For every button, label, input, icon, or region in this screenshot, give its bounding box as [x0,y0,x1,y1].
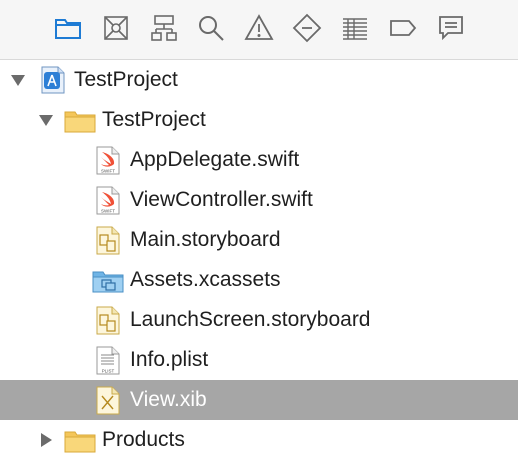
report-navigator-icon[interactable] [435,12,467,44]
tree-row-label: ViewController.swift [130,188,313,211]
xcode-project-icon [40,66,66,99]
storyboard-file-icon [96,306,120,340]
storyboard-file-icon [96,226,120,260]
source-control-navigator-icon[interactable] [100,12,132,44]
symbol-navigator-icon[interactable] [148,12,180,44]
tree-row-file-selected[interactable]: View.xib [0,380,518,420]
disclosure-expanded-icon[interactable] [38,112,54,128]
tree-row-label: AppDelegate.swift [130,148,300,171]
debug-navigator-icon[interactable] [339,12,371,44]
tree-row-group[interactable]: Products [0,420,518,460]
test-navigator-icon[interactable] [291,12,323,44]
tree-row-label: View.xib [130,388,207,411]
tree-row-file[interactable]: Assets.xcassets [0,260,518,300]
svg-text:PLIST: PLIST [102,369,115,374]
navigator-toolbar [0,0,518,60]
plist-file-icon: PLIST [96,346,120,380]
disclosure-collapsed-icon[interactable] [38,432,54,448]
svg-text:SWIFT: SWIFT [101,169,115,174]
tree-row-project[interactable]: TestProject [0,60,518,100]
tree-row-file[interactable]: LaunchScreen.storyboard [0,300,518,340]
folder-icon [64,429,96,458]
tree-row-file[interactable]: SWIFT ViewController.swift [0,180,518,220]
tree-row-label: TestProject [102,108,206,131]
breakpoint-navigator-icon[interactable] [387,12,419,44]
xib-file-icon [96,386,120,420]
tree-row-label: TestProject [74,68,178,91]
swift-file-icon: SWIFT [96,146,120,180]
tree-row-file[interactable]: SWIFT AppDelegate.swift [0,140,518,180]
swift-file-icon: SWIFT [96,186,120,220]
tree-row-file[interactable]: Main.storyboard [0,220,518,260]
asset-catalog-icon [92,269,124,298]
tree-row-label: Products [102,428,185,451]
folder-icon [64,109,96,138]
tree-row-group[interactable]: TestProject [0,100,518,140]
tree-row-label: LaunchScreen.storyboard [130,308,371,331]
disclosure-expanded-icon[interactable] [10,72,26,88]
tree-row-label: Assets.xcassets [130,268,281,291]
find-navigator-icon[interactable] [195,12,227,44]
svg-text:SWIFT: SWIFT [101,209,115,214]
project-navigator-icon[interactable] [52,12,84,44]
issue-navigator-icon[interactable] [243,12,275,44]
tree-row-label: Main.storyboard [130,228,281,251]
tree-row-label: Info.plist [130,348,209,371]
tree-row-file[interactable]: PLIST Info.plist [0,340,518,380]
